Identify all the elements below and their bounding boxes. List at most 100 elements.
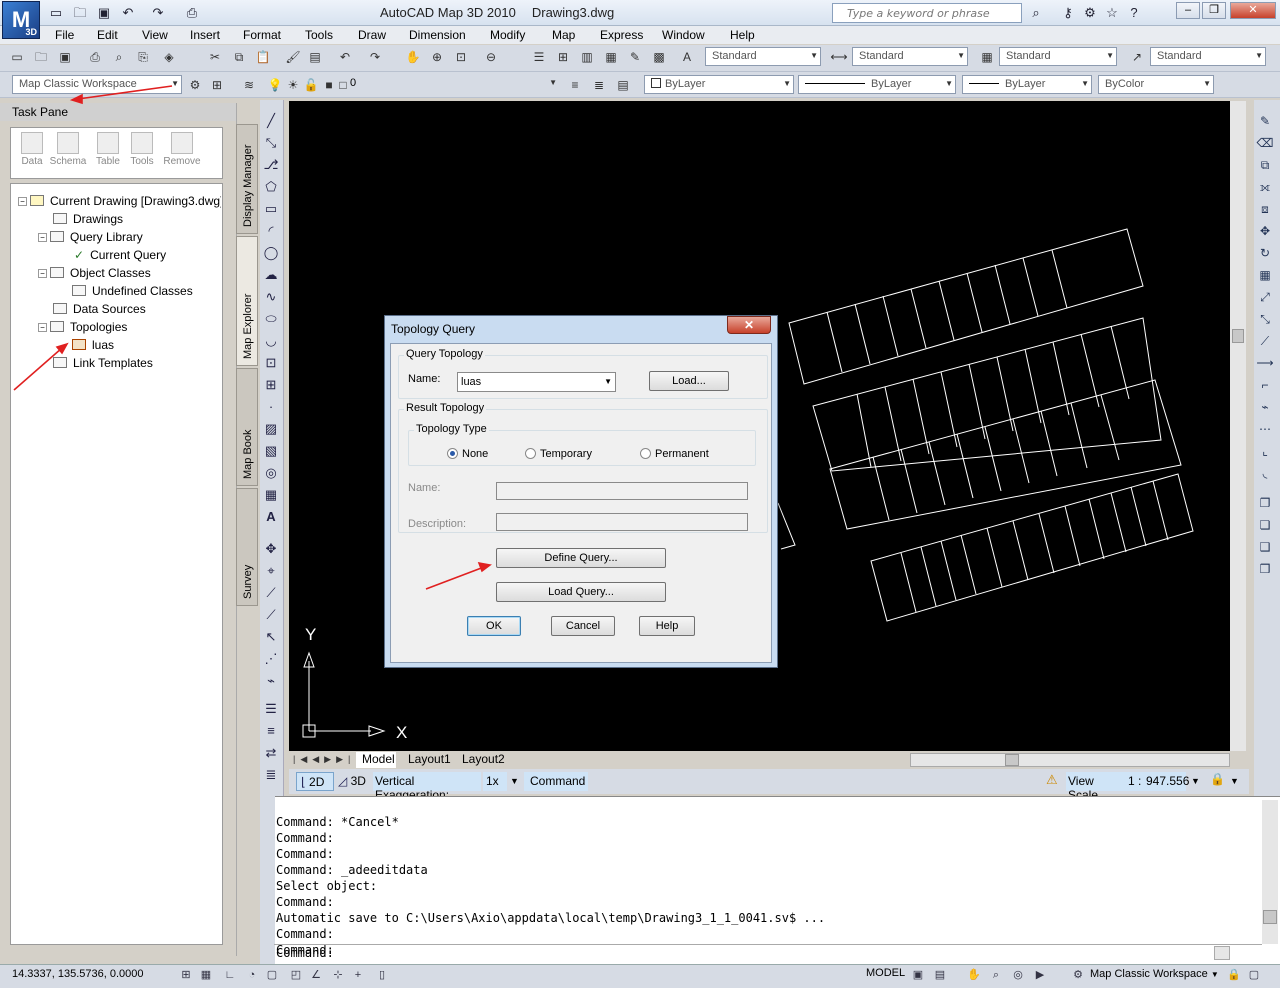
menu-window[interactable]: Window bbox=[662, 28, 705, 42]
calculator-icon[interactable]: ▩ bbox=[650, 48, 668, 66]
menu-file[interactable]: File bbox=[55, 28, 74, 42]
quick-properties-icon[interactable]: ▯ bbox=[374, 967, 390, 983]
insert-block-icon[interactable]: ⊡ bbox=[262, 354, 280, 372]
clean-screen-icon[interactable]: ▢ bbox=[1246, 967, 1262, 983]
menu-format[interactable]: Format bbox=[243, 28, 281, 42]
workspace-switch[interactable]: Map Classic Workspace ▼ bbox=[1090, 968, 1219, 980]
fillet-icon[interactable]: ◟ bbox=[1256, 464, 1274, 482]
collapse-icon[interactable]: − bbox=[38, 269, 47, 278]
object-snap-tracking-icon[interactable]: ∠ bbox=[308, 967, 324, 983]
redo-icon[interactable]: ↷ bbox=[148, 3, 168, 23]
grid-display-icon[interactable]: ▦ bbox=[198, 967, 214, 983]
layer-properties-icon[interactable]: ≋ bbox=[240, 76, 258, 94]
lock-icon[interactable]: 🔓 bbox=[302, 76, 320, 94]
remove-tool-button[interactable]: Remove bbox=[162, 132, 202, 167]
menu-modify[interactable]: Modify bbox=[490, 28, 525, 42]
tab-model[interactable]: Model bbox=[356, 752, 396, 768]
view-scale-dropdown[interactable]: ▼ bbox=[1188, 772, 1204, 791]
radio-permanent[interactable]: Permanent bbox=[640, 448, 709, 460]
menu-express[interactable]: Express bbox=[600, 28, 643, 42]
edit-tool-icon[interactable]: ⟋ bbox=[262, 606, 280, 624]
offset-icon[interactable]: ⧈ bbox=[1256, 200, 1274, 218]
binoculars-icon[interactable]: ⌕ bbox=[1026, 3, 1046, 23]
tool-palettes-icon[interactable]: ▥ bbox=[578, 48, 596, 66]
communication-icon[interactable]: ⚙ bbox=[1080, 3, 1100, 23]
mode-2d-button[interactable]: ⌊ 2D bbox=[296, 772, 334, 791]
zoom-icon[interactable]: ⌕ bbox=[988, 967, 1004, 983]
layer-previous-icon[interactable]: ≣ bbox=[590, 76, 608, 94]
exaggeration-dropdown[interactable]: ▼ bbox=[506, 772, 522, 791]
match-properties-icon[interactable]: 🖌 bbox=[284, 48, 302, 66]
key-icon[interactable]: ⚷ bbox=[1058, 3, 1078, 23]
extend-icon[interactable]: ⟶ bbox=[1256, 354, 1274, 372]
region-icon[interactable]: ◎ bbox=[262, 464, 280, 482]
close-window-button[interactable]: ✕ bbox=[1230, 2, 1276, 19]
gradient-icon[interactable]: ▧ bbox=[262, 442, 280, 460]
view-options-dropdown[interactable]: ▼ bbox=[1230, 772, 1246, 791]
polyline-icon[interactable]: ⎇ bbox=[262, 156, 280, 174]
stack-icon[interactable]: ☰ bbox=[262, 700, 280, 718]
make-block-icon[interactable]: ⊞ bbox=[262, 376, 280, 394]
properties-icon[interactable]: ☰ bbox=[530, 48, 548, 66]
command-hscroll-thumb[interactable] bbox=[1214, 946, 1230, 960]
multiline-text-icon[interactable]: A bbox=[262, 508, 280, 526]
tree-node-luas[interactable]: luas bbox=[72, 336, 114, 354]
command-input[interactable]: Command: bbox=[276, 946, 334, 960]
cancel-button[interactable]: Cancel bbox=[551, 616, 615, 636]
schema-tool-button[interactable]: Schema bbox=[48, 132, 88, 167]
showmotion-icon[interactable]: ▶ bbox=[1032, 967, 1048, 983]
arrows-icon[interactable]: ⇄ bbox=[262, 744, 280, 762]
plot-preview-icon[interactable]: ⌕ bbox=[110, 48, 128, 66]
point-icon[interactable]: · bbox=[262, 398, 280, 416]
sheet-set-icon[interactable]: ▦ bbox=[602, 48, 620, 66]
new-icon[interactable]: ▭ bbox=[46, 3, 66, 23]
plot-icon[interactable]: ⎙ bbox=[86, 48, 104, 66]
stretch-icon[interactable]: ⤡ bbox=[1256, 310, 1274, 328]
undo-icon[interactable]: ↶ bbox=[118, 3, 138, 23]
quick-view-drawings-icon[interactable]: ▤ bbox=[932, 967, 948, 983]
scroll-thumb[interactable] bbox=[1232, 329, 1244, 343]
scroll-thumb[interactable] bbox=[1005, 754, 1019, 766]
description-input[interactable] bbox=[496, 513, 748, 531]
define-query-button[interactable]: Define Query... bbox=[496, 548, 666, 568]
mirror-icon[interactable]: ⟗ bbox=[1256, 178, 1274, 196]
color-select[interactable]: ByLayer ▼ bbox=[644, 75, 794, 94]
rectangle-icon[interactable]: ▭ bbox=[262, 200, 280, 218]
object-snap-icon[interactable]: ▢ bbox=[264, 967, 280, 983]
command-scrollbar[interactable] bbox=[1262, 800, 1278, 944]
parcel-block-1[interactable] bbox=[788, 228, 1144, 385]
menu-insert[interactable]: Insert bbox=[190, 28, 220, 42]
radio-temporary[interactable]: Temporary bbox=[525, 448, 592, 460]
snap-icon[interactable]: ⌖ bbox=[262, 562, 280, 580]
menu-map[interactable]: Map bbox=[552, 28, 575, 42]
polar-tracking-icon[interactable]: ◔ bbox=[244, 967, 260, 983]
cut-icon[interactable]: ✂ bbox=[206, 48, 224, 66]
brush-icon[interactable]: ✎ bbox=[1256, 112, 1274, 130]
line-icon[interactable]: ╱ bbox=[262, 112, 280, 130]
hatch-icon[interactable]: ▨ bbox=[262, 420, 280, 438]
bring-above-icon[interactable]: ❑ bbox=[1256, 538, 1274, 556]
dim-style-select[interactable]: Standard ▼ bbox=[852, 47, 968, 66]
lock-icon[interactable]: 🔒 bbox=[1210, 772, 1228, 791]
text-style-select[interactable]: Standard ▼ bbox=[705, 47, 821, 66]
menu-edit[interactable]: Edit bbox=[97, 28, 118, 42]
canvas-horizontal-scrollbar[interactable] bbox=[910, 753, 1230, 767]
parcel-block-2[interactable] bbox=[812, 317, 1162, 472]
zoom-previous-icon[interactable]: ⊖ bbox=[482, 48, 500, 66]
design-center-icon[interactable]: ⊞ bbox=[554, 48, 572, 66]
table-style-select[interactable]: Standard ▼ bbox=[999, 47, 1117, 66]
help-icon[interactable]: ? bbox=[1124, 3, 1144, 23]
pan-icon[interactable]: ✋ bbox=[404, 48, 422, 66]
menu-tools[interactable]: Tools bbox=[305, 28, 333, 42]
steering-wheel-icon[interactable]: ◎ bbox=[1010, 967, 1026, 983]
toolbar-lock-icon[interactable]: 🔒 bbox=[1226, 967, 1242, 983]
task-pane-header[interactable]: Task Pane bbox=[0, 103, 236, 121]
mode-3d-button[interactable]: ◿ 3D bbox=[336, 772, 372, 791]
ellipse-arc-icon[interactable]: ◡ bbox=[262, 332, 280, 350]
revision-cloud-icon[interactable]: ☁ bbox=[262, 266, 280, 284]
undo-icon[interactable]: ↶ bbox=[336, 48, 354, 66]
open-icon[interactable]: 🗀 bbox=[32, 48, 50, 66]
vertical-exaggeration-value[interactable]: 1x bbox=[483, 772, 507, 791]
3d-dwf-icon[interactable]: ◈ bbox=[160, 48, 178, 66]
canvas-vertical-scrollbar[interactable] bbox=[1230, 101, 1246, 751]
